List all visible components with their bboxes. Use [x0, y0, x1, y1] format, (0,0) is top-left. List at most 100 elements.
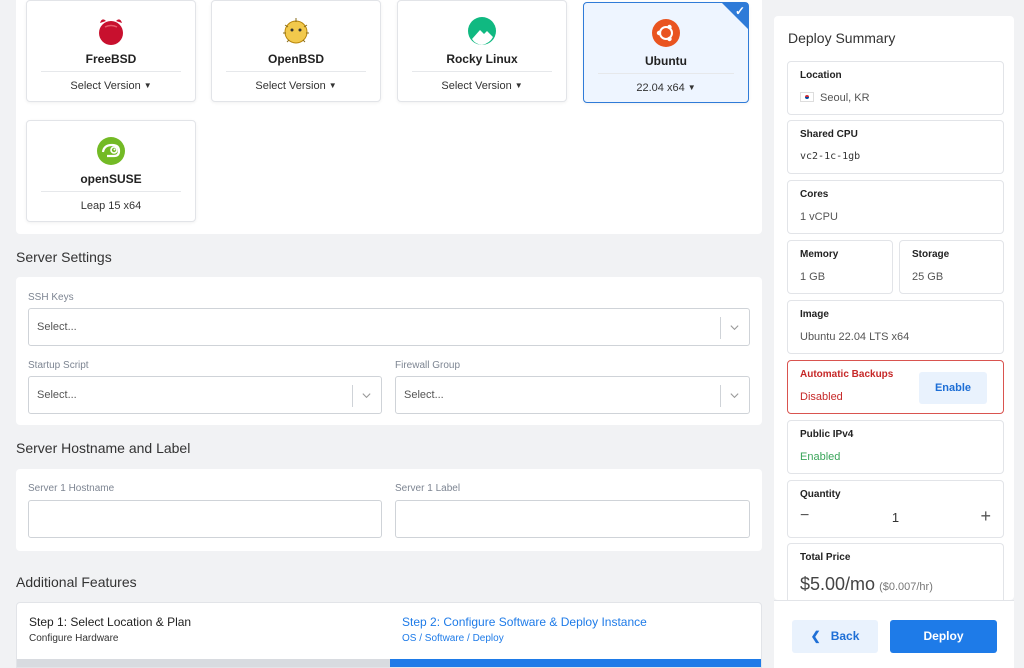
step-subtitle: OS / Software / Deploy	[402, 633, 504, 644]
ssh-keys-select[interactable]: Select...	[28, 308, 750, 346]
summary-total-price: Total Price $5.00/mo ($0.007/hr)	[787, 543, 1004, 603]
cores-label: Cores	[800, 189, 829, 200]
firewall-group-select[interactable]: Select...	[395, 376, 750, 414]
summary-public-ipv4: Public IPv4 Enabled	[787, 420, 1004, 474]
summary-automatic-backups: Automatic Backups Disabled Enable	[787, 360, 1004, 414]
summary-footer: ❮ Back Deploy	[774, 600, 1014, 668]
divider	[226, 71, 366, 72]
image-value: Ubuntu 22.04 LTS x64	[800, 331, 910, 343]
version-dropdown[interactable]: Select Version ▼	[398, 80, 566, 92]
backups-value: Disabled	[800, 391, 843, 403]
server-settings-panel: SSH Keys Select... Startup Script Select…	[16, 277, 762, 425]
startup-script-placeholder: Select...	[37, 389, 77, 401]
select-divider	[720, 385, 721, 407]
deploy-button[interactable]: Deploy	[890, 620, 997, 653]
chevron-down-icon	[730, 325, 739, 331]
ssh-keys-placeholder: Select...	[37, 321, 77, 333]
divider	[412, 71, 552, 72]
cpu-label: Shared CPU	[800, 129, 858, 140]
os-card-freebsd[interactable]: FreeBSD Select Version ▼	[26, 0, 196, 102]
cpu-value: vc2-1c-1gb	[800, 151, 861, 162]
memory-value: 1 GB	[800, 271, 826, 283]
os-card-rocky-linux[interactable]: Rocky Linux Select Version ▼	[397, 0, 567, 102]
os-card-opensuse[interactable]: openSUSE Leap 15 x64	[26, 120, 196, 222]
version-dropdown[interactable]: Select Version ▼	[27, 80, 195, 92]
os-selection-panel: FreeBSD Select Version ▼ OpenBSD Select V…	[16, 0, 762, 234]
storage-label: Storage	[912, 249, 950, 260]
summary-image: Image Ubuntu 22.04 LTS x64	[787, 300, 1004, 354]
version-label: Leap 15 x64	[80, 200, 142, 212]
chevron-down-icon	[730, 393, 739, 399]
version-label: Select Version	[70, 80, 141, 92]
os-card-openbsd[interactable]: OpenBSD Select Version ▼	[211, 0, 381, 102]
version-label: Select Version	[441, 80, 512, 92]
summary-storage: Storage 25 GB	[899, 240, 1004, 294]
opensuse-icon	[97, 137, 125, 165]
version-dropdown[interactable]: Leap 15 x64	[27, 200, 195, 212]
hostname-panel: Server 1 Hostname Server 1 Label	[16, 469, 762, 551]
additional-features-title: Additional Features	[16, 574, 137, 590]
divider	[41, 191, 181, 192]
summary-memory: Memory 1 GB	[787, 240, 893, 294]
enable-backups-button[interactable]: Enable	[919, 372, 987, 404]
summary-location: Location Seoul, KR	[787, 61, 1004, 115]
os-name: OpenBSD	[267, 52, 324, 66]
ipv4-label: Public IPv4	[800, 429, 854, 440]
version-dropdown[interactable]: Select Version ▼	[212, 80, 380, 92]
hostname-label: Server 1 Hostname	[28, 483, 115, 494]
hostname-section-title: Server Hostname and Label	[16, 440, 191, 456]
back-label: Back	[830, 629, 860, 643]
step-1-progress	[17, 659, 390, 667]
os-name: openSUSE	[80, 172, 142, 186]
freebsd-icon	[99, 19, 123, 45]
openbsd-icon	[283, 18, 309, 44]
image-label: Image	[800, 309, 829, 320]
chevron-left-icon: ❮	[810, 629, 821, 643]
ipv4-value: Enabled	[800, 451, 841, 463]
checkmark-icon: ✓	[734, 4, 745, 18]
hourly-price: ($0.007/hr)	[879, 581, 933, 593]
quantity-increment-button[interactable]: +	[980, 506, 991, 527]
rocky-linux-icon	[468, 17, 496, 45]
location-text: Seoul, KR	[820, 92, 870, 104]
server-label-label: Server 1 Label	[395, 483, 461, 494]
version-label: Select Version	[255, 80, 326, 92]
ssh-keys-label: SSH Keys	[28, 292, 74, 303]
location-value: Seoul, KR	[800, 92, 870, 104]
summary-quantity: Quantity − 1 +	[787, 480, 1004, 538]
caret-down-icon: ▼	[143, 81, 152, 90]
chevron-down-icon	[362, 393, 371, 399]
price-value: $5.00/mo ($0.007/hr)	[800, 574, 933, 595]
steps-bar: Step 1: Select Location & Plan Configure…	[16, 602, 762, 668]
step-title: Step 2: Configure Software & Deploy Inst…	[402, 615, 647, 629]
version-dropdown[interactable]: 22.04 x64 ▼	[584, 82, 748, 94]
hostname-input[interactable]	[28, 500, 382, 538]
price-label: Total Price	[800, 552, 851, 563]
step-subtitle: Configure Hardware	[29, 633, 119, 644]
ubuntu-icon	[652, 19, 680, 47]
firewall-group-label: Firewall Group	[395, 360, 461, 371]
backups-label: Automatic Backups	[800, 369, 894, 380]
back-button[interactable]: ❮ Back	[792, 620, 878, 653]
os-name: Rocky Linux	[446, 52, 518, 66]
version-label: 22.04 x64	[636, 82, 685, 94]
os-name: FreeBSD	[85, 52, 137, 66]
divider	[41, 71, 181, 72]
summary-title: Deploy Summary	[788, 30, 896, 46]
server-settings-title: Server Settings	[16, 249, 112, 265]
step-2-progress	[390, 659, 761, 667]
location-label: Location	[800, 70, 842, 81]
quantity-value[interactable]: 1	[788, 510, 1003, 525]
monthly-price: $5.00/mo	[800, 574, 876, 594]
caret-down-icon: ▼	[514, 81, 523, 90]
os-card-ubuntu[interactable]: ✓ Ubuntu 22.04 x64 ▼	[583, 2, 749, 103]
storage-value: 25 GB	[912, 271, 944, 283]
caret-down-icon: ▼	[687, 83, 696, 92]
deploy-summary: Deploy Summary Location Seoul, KR Shared…	[774, 16, 1014, 603]
server-label-input[interactable]	[395, 500, 750, 538]
firewall-group-placeholder: Select...	[404, 389, 444, 401]
select-divider	[720, 317, 721, 339]
startup-script-select[interactable]: Select...	[28, 376, 382, 414]
summary-cores: Cores 1 vCPU	[787, 180, 1004, 234]
os-name: Ubuntu	[645, 54, 687, 68]
